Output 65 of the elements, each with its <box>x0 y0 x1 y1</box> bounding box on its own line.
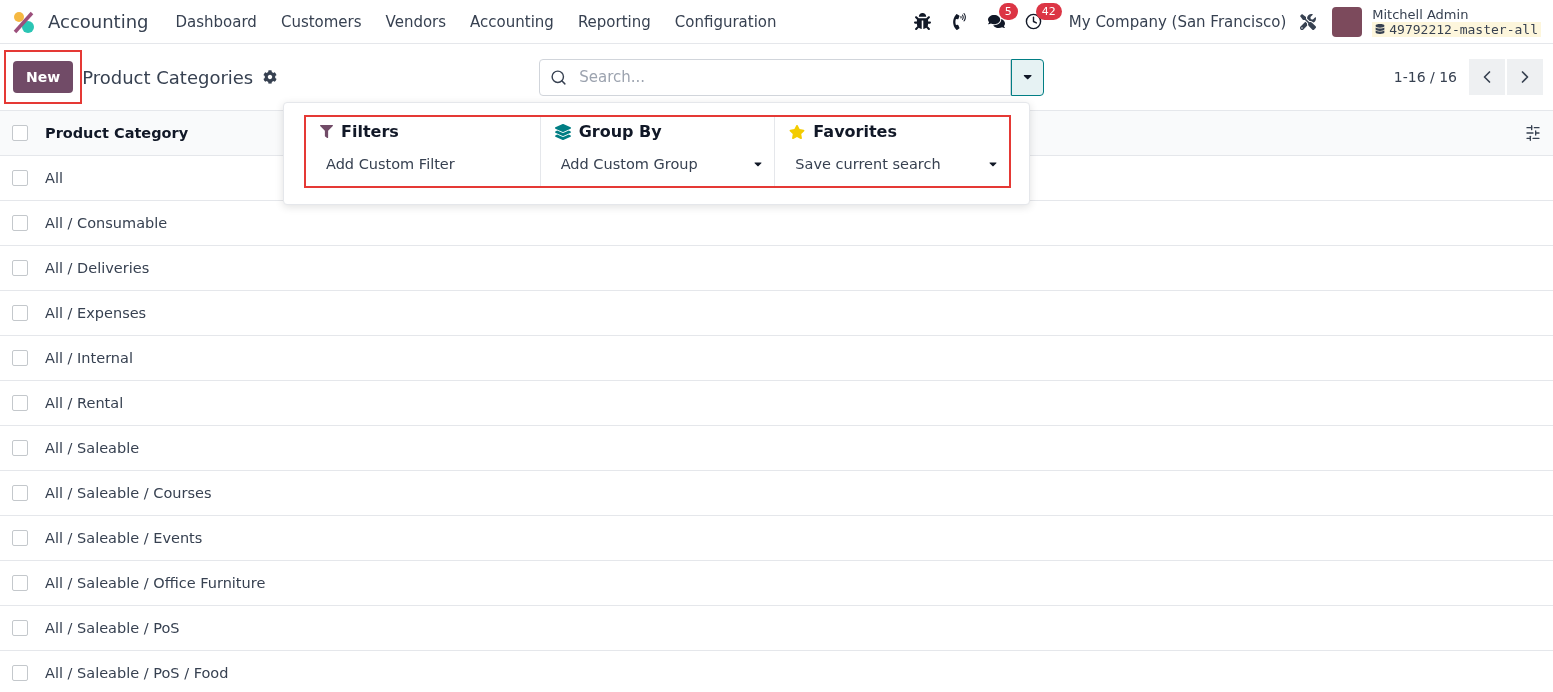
category-cell[interactable]: All / Internal <box>45 350 133 366</box>
column-settings-icon[interactable] <box>1525 125 1541 141</box>
page-title: Product Categories <box>82 66 254 88</box>
category-cell[interactable]: All / Saleable <box>45 440 140 456</box>
section-title: Group By <box>540 117 775 146</box>
section-action[interactable]: Save current search <box>775 146 1009 178</box>
app-logo[interactable] <box>12 9 36 34</box>
new-button[interactable]: New <box>13 61 74 93</box>
row-checkbox[interactable] <box>12 440 28 456</box>
filter-icon <box>320 125 333 138</box>
count-badge: 5 <box>998 3 1018 20</box>
clock-icon[interactable] <box>1024 13 1042 30</box>
row-checkbox[interactable] <box>12 620 28 636</box>
settings-icon[interactable] <box>263 70 278 84</box>
category-cell[interactable]: All / Saleable / PoS / Food <box>45 665 229 681</box>
company-switcher[interactable]: My Company (San Francisco) <box>1068 12 1287 31</box>
section-action[interactable]: Add Custom Filter <box>306 146 540 178</box>
row-checkbox[interactable] <box>12 170 28 186</box>
phone-icon[interactable] <box>950 13 968 30</box>
star-icon <box>789 123 806 140</box>
previous-button[interactable] <box>1469 59 1505 95</box>
app-name[interactable]: Accounting <box>48 11 149 32</box>
menu-item[interactable]: Configuration <box>663 12 788 31</box>
next-button[interactable] <box>1507 59 1543 95</box>
pager-value[interactable]: 1-16 / 16 <box>1393 69 1457 85</box>
search-bar[interactable]: Search... <box>539 58 1012 96</box>
section-title: Favorites <box>775 117 1009 146</box>
row-checkbox[interactable] <box>12 350 28 366</box>
row-checkbox[interactable] <box>12 215 28 231</box>
category-cell[interactable]: All / Rental <box>45 395 124 411</box>
menu-item[interactable]: Customers <box>269 12 373 31</box>
row-checkbox[interactable] <box>12 305 28 321</box>
category-cell[interactable]: All / Saleable / Courses <box>45 485 212 501</box>
menu-item[interactable]: Reporting <box>566 12 662 31</box>
category-cell[interactable]: All / Consumable <box>45 215 168 231</box>
tools-icon[interactable] <box>1300 13 1317 30</box>
database-label: 49792212-master-all <box>1372 21 1541 37</box>
database-icon <box>1375 24 1386 34</box>
category-cell[interactable]: All / Saleable / Office Furniture <box>45 575 266 591</box>
user-name[interactable]: Mitchell Admin <box>1372 6 1541 22</box>
menu-item[interactable]: Dashboard <box>164 12 268 31</box>
layers-icon <box>554 123 571 140</box>
search-icon <box>550 68 568 86</box>
select-all-checkbox[interactable] <box>12 125 28 141</box>
menu-item[interactable]: Accounting <box>459 12 565 31</box>
row-checkbox[interactable] <box>12 530 28 546</box>
category-cell[interactable]: All / Saleable / Events <box>45 530 203 546</box>
category-cell[interactable]: All / Expenses <box>45 305 147 321</box>
section-action[interactable]: Add Custom Group <box>540 146 775 178</box>
search-options-toggle[interactable] <box>1011 58 1045 96</box>
row-checkbox[interactable] <box>12 395 28 411</box>
category-cell[interactable]: All / Deliveries <box>45 260 150 276</box>
bug-icon[interactable] <box>913 13 931 30</box>
user-avatar[interactable] <box>1332 6 1363 37</box>
row-checkbox[interactable] <box>12 485 28 501</box>
menu-item[interactable]: Vendors <box>374 12 458 31</box>
column-header[interactable]: Product Category <box>45 125 189 141</box>
row-checkbox[interactable] <box>12 665 28 681</box>
row-checkbox[interactable] <box>12 260 28 276</box>
category-cell[interactable]: All / Saleable / PoS <box>45 620 180 636</box>
category-cell[interactable]: All <box>45 170 63 186</box>
section-title: Filters <box>306 117 540 146</box>
chat-icon[interactable] <box>987 13 1005 30</box>
count-badge: 42 <box>1035 3 1062 20</box>
row-checkbox[interactable] <box>12 575 28 591</box>
